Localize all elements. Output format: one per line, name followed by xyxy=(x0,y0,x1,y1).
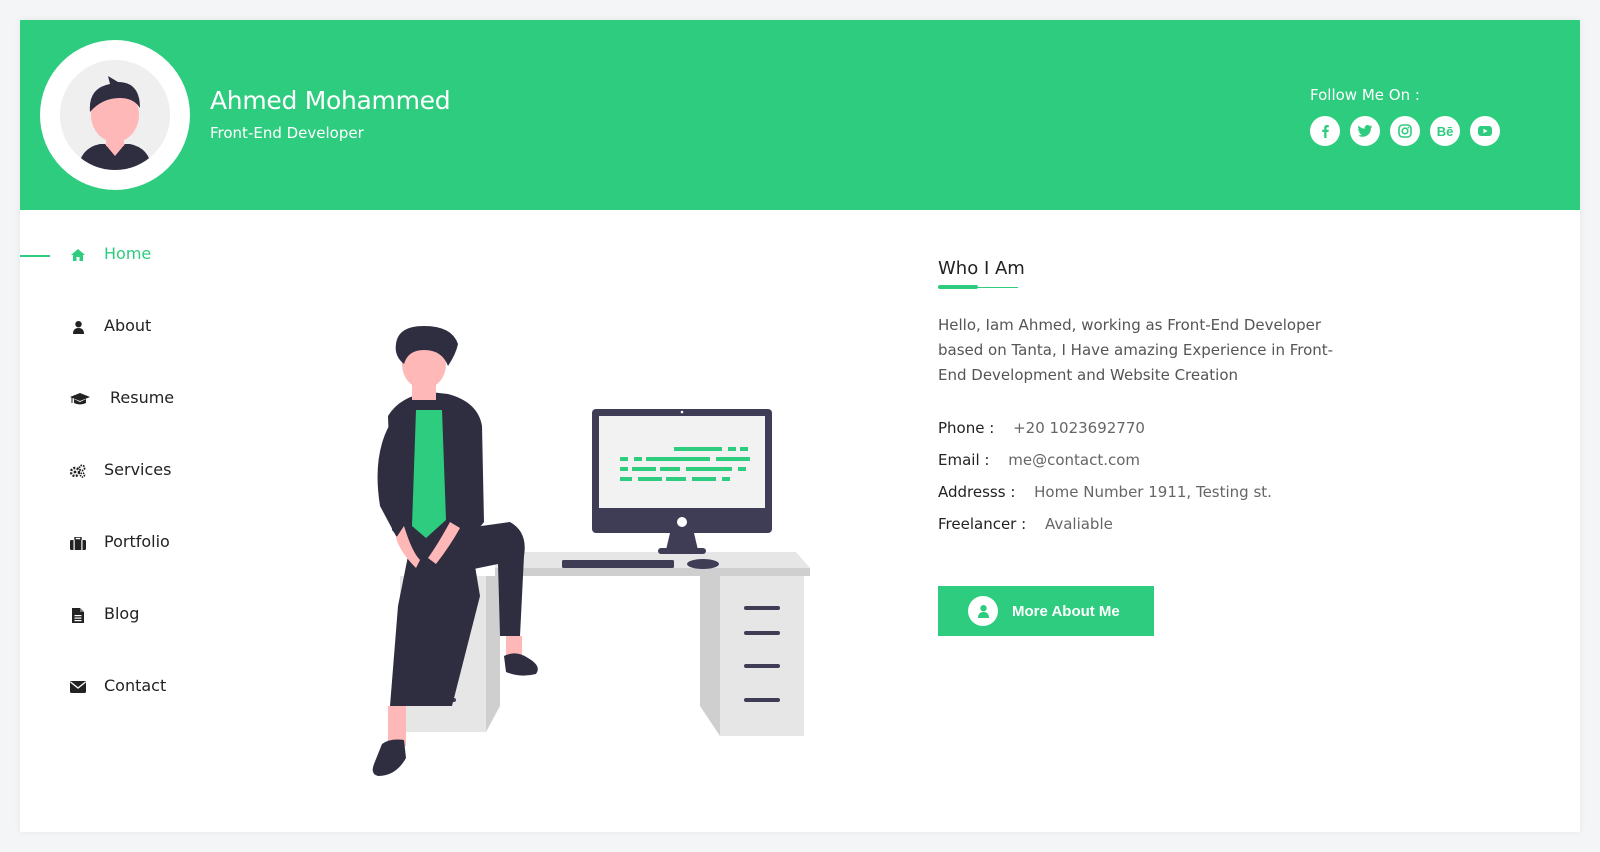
info-row-phone: Phone : +20 1023692770 xyxy=(938,412,1498,444)
nav-label-blog: Blog xyxy=(104,604,140,623)
info-row-email: Email : me@contact.com xyxy=(938,444,1498,476)
avatar xyxy=(40,40,190,190)
page-card: Ahmed Mohammed Front-End Developer Follo… xyxy=(20,20,1580,832)
info-value-address: Home Number 1911, Testing st. xyxy=(1034,483,1272,501)
gears-icon xyxy=(70,462,86,480)
behance-icon[interactable]: Bē xyxy=(1430,116,1460,146)
more-about-me-label: More About Me xyxy=(1012,602,1120,620)
info-row-freelancer: Freelancer : Avaliable xyxy=(938,508,1498,540)
youtube-icon[interactable] xyxy=(1470,116,1500,146)
follow-label: Follow Me On : xyxy=(1310,86,1420,104)
info-value-email: me@contact.com xyxy=(1008,451,1141,469)
briefcase-icon xyxy=(70,534,86,552)
info-value-phone: +20 1023692770 xyxy=(1013,419,1145,437)
contact-info: Phone : +20 1023692770 Email : me@contac… xyxy=(938,412,1498,540)
nav-label-resume: Resume xyxy=(110,388,175,407)
more-about-me-button[interactable]: More About Me xyxy=(938,586,1154,636)
nav-item-contact[interactable]: Contact xyxy=(20,676,260,748)
hero-illustration xyxy=(320,306,840,786)
avatar-illustration xyxy=(60,60,170,170)
about-text: Hello, Iam Ahmed, working as Front-End D… xyxy=(938,316,1334,384)
nav-item-portfolio[interactable]: Portfolio xyxy=(20,532,260,604)
graduation-cap-icon xyxy=(70,390,90,408)
document-icon xyxy=(70,606,86,624)
facebook-icon[interactable] xyxy=(1310,116,1340,146)
info-value-freelancer: Avaliable xyxy=(1044,515,1113,533)
nav-label-contact: Contact xyxy=(104,676,167,695)
nav-item-blog[interactable]: Blog xyxy=(20,604,260,676)
nav-item-home[interactable]: Home xyxy=(20,244,260,316)
info-row-address: Addresss : Home Number 1911, Testing st. xyxy=(938,476,1498,508)
nav-label-portfolio: Portfolio xyxy=(104,532,170,551)
info-key-address: Addresss : xyxy=(938,483,1016,501)
active-indicator xyxy=(20,255,50,257)
nav-label-home: Home xyxy=(104,244,152,263)
about-section: Who I Am Hello, Iam Ahmed, working as Fr… xyxy=(938,258,1498,540)
home-icon xyxy=(70,246,86,264)
nav-label-about: About xyxy=(104,316,152,335)
info-key-phone: Phone : xyxy=(938,419,995,437)
sidebar-nav: Home About Resume Services Portfolio Blo… xyxy=(20,244,260,748)
social-links: Bē xyxy=(1310,116,1500,146)
instagram-icon[interactable] xyxy=(1390,116,1420,146)
underline-thick xyxy=(938,285,978,289)
title-underline xyxy=(938,285,1018,289)
user-icon xyxy=(968,596,998,626)
about-title: Who I Am xyxy=(938,258,1025,279)
twitter-icon[interactable] xyxy=(1350,116,1380,146)
user-icon xyxy=(70,318,86,336)
info-key-email: Email : xyxy=(938,451,990,469)
info-key-freelancer: Freelancer : xyxy=(938,515,1027,533)
envelope-icon xyxy=(70,678,86,696)
nav-item-services[interactable]: Services xyxy=(20,460,260,532)
nav-label-services: Services xyxy=(104,460,172,479)
profile-name: Ahmed Mohammed xyxy=(210,86,451,115)
nav-item-about[interactable]: About xyxy=(20,316,260,388)
profile-role: Front-End Developer xyxy=(210,124,364,142)
nav-item-resume[interactable]: Resume xyxy=(20,388,260,460)
profile-header: Ahmed Mohammed Front-End Developer Follo… xyxy=(20,20,1580,210)
